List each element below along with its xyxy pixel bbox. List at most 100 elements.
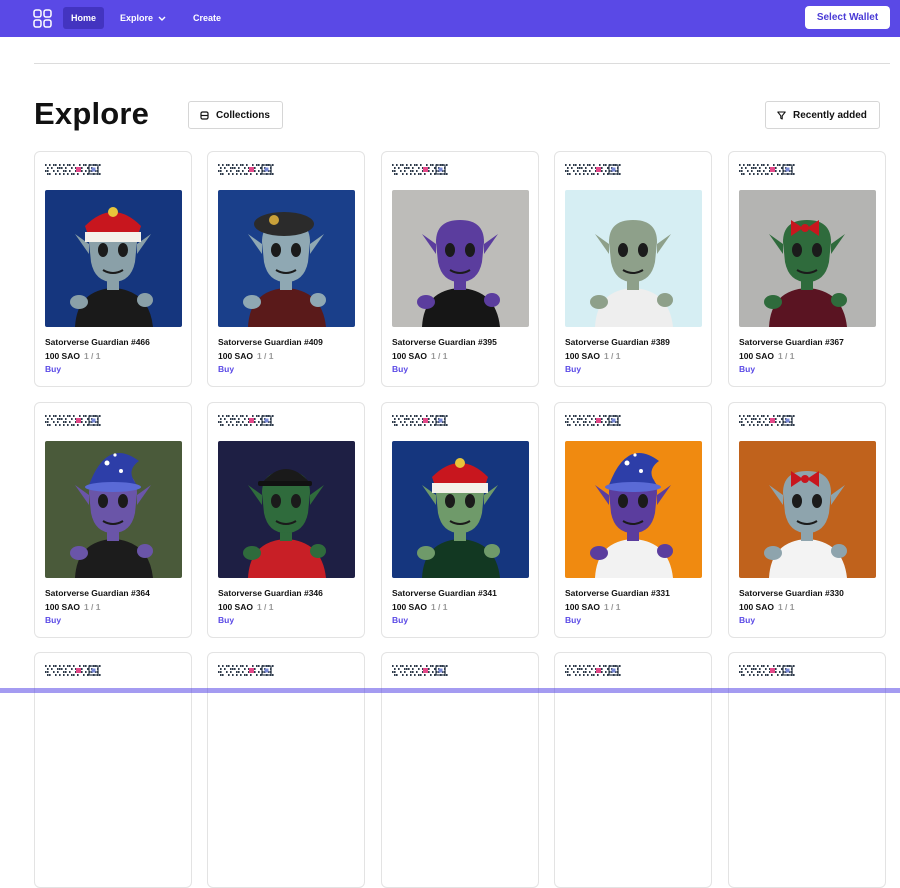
nft-image[interactable] [45, 441, 182, 578]
nft-image[interactable] [392, 190, 529, 327]
collection-seal-icon [45, 664, 101, 678]
nft-name[interactable]: Satorverse Guardian #346 [218, 588, 323, 598]
price-value: 100 SAO [45, 351, 80, 361]
nft-image[interactable] [565, 190, 702, 327]
edition-count: 1 / 1 [256, 602, 274, 612]
nft-price: 100 SAO 1 / 1 [392, 602, 448, 612]
nft-price: 100 SAO 1 / 1 [739, 351, 795, 361]
sort-recently-added-button[interactable]: Recently added [765, 101, 880, 129]
page-title: Explore [34, 96, 150, 131]
edition-count: 1 / 1 [256, 351, 274, 361]
nft-card[interactable]: Satorverse Guardian #395 100 SAO 1 / 1 Bu… [381, 151, 539, 387]
nav-explore[interactable]: Explore [112, 7, 174, 29]
nft-name[interactable]: Satorverse Guardian #341 [392, 588, 497, 598]
nft-image[interactable] [45, 190, 182, 327]
nft-card[interactable]: Satorverse Guardian #409 100 SAO 1 / 1 Bu… [207, 151, 365, 387]
collection-seal-icon [739, 163, 795, 177]
nft-image[interactable] [392, 441, 529, 578]
buy-button[interactable]: Buy [45, 615, 61, 625]
sort-label: Recently added [793, 109, 867, 121]
filter-icon [777, 110, 786, 120]
collection-seal-icon [565, 664, 621, 678]
collection-seal-icon [392, 163, 448, 177]
price-value: 100 SAO [392, 602, 427, 612]
edition-count: 1 / 1 [83, 602, 101, 612]
price-value: 100 SAO [565, 351, 600, 361]
buy-button[interactable]: Buy [739, 615, 755, 625]
buy-button[interactable]: Buy [739, 364, 755, 374]
collection-icon [200, 110, 209, 120]
chevron-down-icon [158, 16, 166, 21]
collection-seal-icon [565, 163, 621, 177]
nft-image[interactable] [565, 441, 702, 578]
nft-card[interactable]: Satorverse Guardian #330 100 SAO 1 / 1 Bu… [728, 402, 886, 638]
collection-seal-icon [45, 414, 101, 428]
select-wallet-button[interactable]: Select Wallet [805, 6, 890, 29]
nft-price: 100 SAO 1 / 1 [218, 351, 274, 361]
edition-count: 1 / 1 [777, 602, 795, 612]
price-value: 100 SAO [739, 602, 774, 612]
price-value: 100 SAO [218, 351, 253, 361]
collection-seal-icon [45, 163, 101, 177]
edition-count: 1 / 1 [430, 602, 448, 612]
nft-card[interactable]: Satorverse Guardian #331 100 SAO 1 / 1 Bu… [554, 402, 712, 638]
nft-card[interactable]: Satorverse Guardian #389 100 SAO 1 / 1 Bu… [554, 151, 712, 387]
bottom-edge [0, 688, 900, 693]
edition-count: 1 / 1 [603, 602, 621, 612]
nft-card[interactable]: Satorverse Guardian #367 100 SAO 1 / 1 Bu… [728, 151, 886, 387]
price-value: 100 SAO [218, 602, 253, 612]
nft-name[interactable]: Satorverse Guardian #364 [45, 588, 150, 598]
buy-button[interactable]: Buy [392, 364, 408, 374]
collection-seal-icon [218, 414, 274, 428]
nft-price: 100 SAO 1 / 1 [45, 602, 101, 612]
price-value: 100 SAO [739, 351, 774, 361]
edition-count: 1 / 1 [430, 351, 448, 361]
nft-price: 100 SAO 1 / 1 [392, 351, 448, 361]
nft-price: 100 SAO 1 / 1 [45, 351, 101, 361]
buy-button[interactable]: Buy [218, 364, 234, 374]
nft-card[interactable]: Satorverse Guardian #364 100 SAO 1 / 1 Bu… [34, 402, 192, 638]
nft-name[interactable]: Satorverse Guardian #466 [45, 337, 150, 347]
buy-button[interactable]: Buy [565, 615, 581, 625]
edition-count: 1 / 1 [603, 351, 621, 361]
divider [34, 63, 890, 64]
nft-name[interactable]: Satorverse Guardian #330 [739, 588, 844, 598]
top-navigation-bar: Home Explore Create Select Wallet [0, 0, 900, 37]
nft-image[interactable] [739, 190, 876, 327]
collections-button[interactable]: Collections [188, 101, 283, 129]
nft-name[interactable]: Satorverse Guardian #409 [218, 337, 323, 347]
nft-name[interactable]: Satorverse Guardian #331 [565, 588, 670, 598]
collection-seal-icon [739, 664, 795, 678]
collection-seal-icon [218, 163, 274, 177]
nft-image[interactable] [218, 190, 355, 327]
price-value: 100 SAO [565, 602, 600, 612]
collection-seal-icon [739, 414, 795, 428]
nft-price: 100 SAO 1 / 1 [218, 602, 274, 612]
price-value: 100 SAO [392, 351, 427, 361]
edition-count: 1 / 1 [777, 351, 795, 361]
nft-price: 100 SAO 1 / 1 [739, 602, 795, 612]
buy-button[interactable]: Buy [392, 615, 408, 625]
nft-image[interactable] [218, 441, 355, 578]
nft-card[interactable]: Satorverse Guardian #341 100 SAO 1 / 1 Bu… [381, 402, 539, 638]
collection-seal-icon [565, 414, 621, 428]
buy-button[interactable]: Buy [565, 364, 581, 374]
price-value: 100 SAO [45, 602, 80, 612]
nft-price: 100 SAO 1 / 1 [565, 602, 621, 612]
collection-seal-icon [218, 664, 274, 678]
nav-explore-label: Explore [120, 13, 154, 23]
nft-name[interactable]: Satorverse Guardian #389 [565, 337, 670, 347]
nft-name[interactable]: Satorverse Guardian #367 [739, 337, 844, 347]
nav-create[interactable]: Create [185, 7, 229, 29]
grid-icon[interactable] [33, 9, 52, 28]
collection-seal-icon [392, 414, 448, 428]
buy-button[interactable]: Buy [45, 364, 61, 374]
nft-card[interactable]: Satorverse Guardian #466 100 SAO 1 / 1 Bu… [34, 151, 192, 387]
nav-home[interactable]: Home [63, 7, 105, 29]
buy-button[interactable]: Buy [218, 615, 234, 625]
nft-name[interactable]: Satorverse Guardian #395 [392, 337, 497, 347]
nft-card[interactable]: Satorverse Guardian #346 100 SAO 1 / 1 Bu… [207, 402, 365, 638]
nft-image[interactable] [739, 441, 876, 578]
nft-price: 100 SAO 1 / 1 [565, 351, 621, 361]
collection-seal-icon [392, 664, 448, 678]
